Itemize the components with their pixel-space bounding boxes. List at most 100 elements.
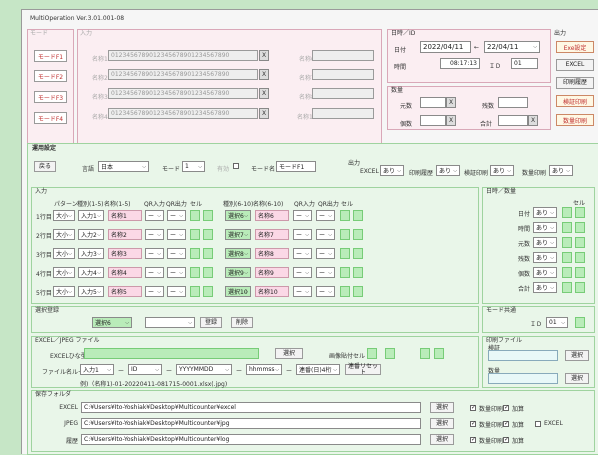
excel-checkbox[interactable] xyxy=(535,421,541,427)
date-from-field[interactable]: 2022/04/11 xyxy=(420,41,471,53)
add-checkbox[interactable] xyxy=(503,420,509,427)
config-qrout-select[interactable]: ー ⌵ xyxy=(167,267,186,278)
config-pattern-select[interactable]: 大小 ⌵ xyxy=(53,248,75,259)
config-cell2-field[interactable] xyxy=(340,248,350,259)
datetime-config-cell[interactable] xyxy=(575,222,585,233)
image-cell-field-3[interactable] xyxy=(420,348,430,359)
input-row4-field[interactable]: 0123456789012345678901234567890 xyxy=(108,108,258,119)
config-type2-select[interactable]: 選択9 ⌵ xyxy=(225,267,251,278)
config-cell2-field[interactable] xyxy=(353,267,363,278)
config-type-select[interactable]: 入力5 ⌵ xyxy=(78,286,104,297)
config-type2-select[interactable]: 選択6 ⌵ xyxy=(225,210,251,221)
datetime-config-select[interactable]: あり ⌵ xyxy=(533,252,557,263)
input-row3-clear-button[interactable]: X xyxy=(259,88,269,99)
config-cell-field[interactable] xyxy=(203,286,213,297)
config-cell-field[interactable] xyxy=(203,248,213,259)
input-row1-right-select[interactable] xyxy=(312,50,374,61)
excel-template-select-button[interactable]: 選択 xyxy=(275,348,303,359)
print-qty-select-button[interactable]: 選択 xyxy=(565,373,589,384)
datetime-config-cell[interactable] xyxy=(575,267,585,278)
language-select[interactable]: 日本 ⌵ xyxy=(98,161,149,172)
select-register-value-select[interactable]: ⌵ xyxy=(145,317,195,328)
mode-common-cell[interactable] xyxy=(575,317,585,328)
tansu-field[interactable] xyxy=(498,97,528,108)
datetime-config-select[interactable]: あり ⌵ xyxy=(533,237,557,248)
config-qrout-select[interactable]: ー ⌵ xyxy=(167,229,186,240)
config-name-field[interactable]: 名称5 xyxy=(108,286,142,297)
qty-print-setting-select[interactable]: あり ⌵ xyxy=(549,165,573,176)
id-field[interactable]: 01 xyxy=(511,58,538,69)
mode-f1-button[interactable]: モードF1 xyxy=(34,50,67,62)
datetime-config-select[interactable]: あり ⌵ xyxy=(533,282,557,293)
mode-common-id-select[interactable]: 01 ⌵ xyxy=(546,317,568,328)
config-cell-field[interactable] xyxy=(190,210,200,221)
input-row3-right-select[interactable] xyxy=(312,88,374,99)
mode-f4-button[interactable]: モードF4 xyxy=(34,112,67,124)
gokei-field[interactable] xyxy=(498,115,528,126)
datetime-config-cell[interactable] xyxy=(562,222,572,233)
config-cell-field[interactable] xyxy=(203,267,213,278)
config-type2-select[interactable]: 選択8 ⌵ xyxy=(225,248,251,259)
config-cell2-field[interactable] xyxy=(353,286,363,297)
config-cell2-field[interactable] xyxy=(340,210,350,221)
image-cell-field-2[interactable] xyxy=(385,348,395,359)
input-row1-field[interactable]: 0123456789012345678901234567890 xyxy=(108,50,258,61)
file-rule-select-4[interactable]: hhmmss ⌵ xyxy=(246,364,282,375)
config-qrin2-select[interactable]: ー ⌵ xyxy=(293,286,312,297)
input-row1-clear-button[interactable]: X xyxy=(259,50,269,61)
config-type-select[interactable]: 入力4 ⌵ xyxy=(78,267,104,278)
input-row4-right-select[interactable] xyxy=(312,108,374,119)
add-checkbox[interactable] xyxy=(503,404,509,411)
print-verify-field[interactable] xyxy=(488,350,558,361)
mode-f3-button[interactable]: モードF3 xyxy=(34,91,67,103)
config-type2-select[interactable]: 選択7 ⌵ xyxy=(225,229,251,240)
save-folder-select-button[interactable]: 選択 xyxy=(430,418,454,429)
config-name2-field[interactable]: 名称10 xyxy=(255,286,289,297)
config-name-field[interactable]: 名称2 xyxy=(108,229,142,240)
save-folder-select-button[interactable]: 選択 xyxy=(430,402,454,413)
genka-field[interactable] xyxy=(420,97,446,108)
enable-checkbox[interactable] xyxy=(233,163,239,169)
config-type-select[interactable]: 入力1 ⌵ xyxy=(78,210,104,221)
mode-select[interactable]: 1 ⌵ xyxy=(182,161,205,172)
input-row2-clear-button[interactable]: X xyxy=(259,69,269,80)
config-qrout-select[interactable]: ー ⌵ xyxy=(167,248,186,259)
config-cell2-field[interactable] xyxy=(353,210,363,221)
config-type-select[interactable]: 入力2 ⌵ xyxy=(78,229,104,240)
config-cell2-field[interactable] xyxy=(340,286,350,297)
exe-settings-button[interactable]: Exe設定 xyxy=(556,41,594,53)
config-name2-field[interactable]: 名称8 xyxy=(255,248,289,259)
config-cell2-field[interactable] xyxy=(340,267,350,278)
datetime-config-cell[interactable] xyxy=(562,207,572,218)
config-qrout-select[interactable]: ー ⌵ xyxy=(167,286,186,297)
back-button[interactable]: 戻る xyxy=(34,161,56,172)
image-cell-field-1[interactable] xyxy=(367,348,377,359)
print-history-button[interactable]: 印刷履歴 xyxy=(556,77,594,89)
image-cell-field-4[interactable] xyxy=(434,348,444,359)
excel-button[interactable]: EXCEL xyxy=(556,59,594,71)
datetime-config-cell[interactable] xyxy=(575,252,585,263)
save-folder-path-field[interactable]: C:¥Users¥Ito-Yoshiak¥Desktop¥Multicounte… xyxy=(81,418,421,429)
config-qrin2-select[interactable]: ー ⌵ xyxy=(293,248,312,259)
config-cell2-field[interactable] xyxy=(353,229,363,240)
file-rule-select-5[interactable]: 連番(日)4桁 ⌵ xyxy=(296,364,340,375)
config-qrout-select[interactable]: ー ⌵ xyxy=(167,210,186,221)
config-cell2-field[interactable] xyxy=(340,229,350,240)
config-qrout2-select[interactable]: ー ⌵ xyxy=(316,229,335,240)
add-checkbox[interactable] xyxy=(503,436,509,443)
datetime-config-cell[interactable] xyxy=(562,267,572,278)
config-qrin2-select[interactable]: ー ⌵ xyxy=(293,229,312,240)
genka-clear-button[interactable]: X xyxy=(446,97,456,108)
quantity-print-button[interactable]: 数量印刷 xyxy=(556,114,594,126)
config-cell-field[interactable] xyxy=(190,229,200,240)
input-row4-clear-button[interactable]: X xyxy=(259,108,269,119)
save-folder-select-button[interactable]: 選択 xyxy=(430,434,454,445)
config-qrout2-select[interactable]: ー ⌵ xyxy=(316,248,335,259)
config-qrin-select[interactable]: ー ⌵ xyxy=(145,210,164,221)
config-name-field[interactable]: 名称3 xyxy=(108,248,142,259)
config-type2-select[interactable]: 選択10 ⌵ xyxy=(225,286,251,297)
print-qty-field[interactable] xyxy=(488,373,558,384)
excel-setting-select[interactable]: あり ⌵ xyxy=(380,165,404,176)
config-cell-field[interactable] xyxy=(203,229,213,240)
save-folder-path-field[interactable]: C:¥Users¥Ito-Yoshiak¥Desktop¥Multicounte… xyxy=(81,434,421,445)
